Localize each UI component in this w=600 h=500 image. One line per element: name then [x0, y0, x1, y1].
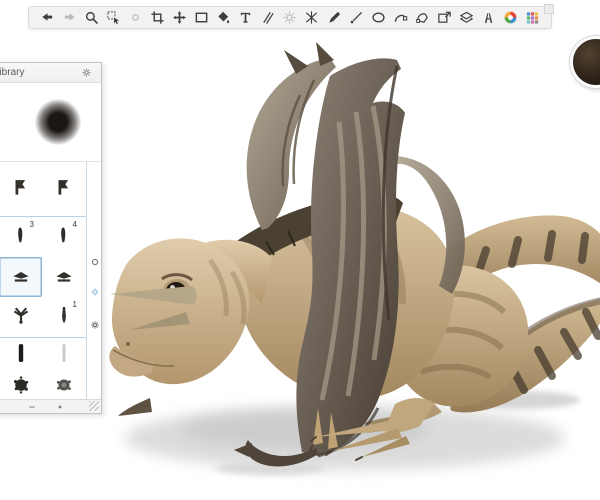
brush-splatter-2[interactable]: [42, 372, 85, 399]
brush-fan[interactable]: [0, 297, 42, 337]
brush-library-button[interactable]: [480, 9, 498, 27]
toolbar: [28, 6, 552, 29]
app-window: Brush Library 3 4 1: [0, 0, 600, 500]
brush-size-label: 1: [73, 300, 77, 309]
footer-dash-icon[interactable]: [27, 402, 37, 412]
line-icon: [349, 10, 364, 25]
curve-icon: [393, 10, 408, 25]
pen-icon: [327, 10, 342, 25]
toolbar-handle[interactable]: [544, 4, 554, 14]
footer-dot-icon[interactable]: [55, 402, 65, 412]
airbrush-3-brush-icon: [10, 224, 32, 251]
panel-resize-handle[interactable]: [89, 401, 99, 411]
brush-size-label: 3: [30, 220, 34, 229]
nudge-button[interactable]: [126, 9, 144, 27]
import-icon: [437, 10, 452, 25]
rail-circle-icon[interactable]: [88, 255, 101, 268]
airbrush-4-brush-icon: [53, 224, 75, 251]
shape-icon: [415, 10, 430, 25]
brush-preview: [0, 83, 101, 162]
ellipse-icon: [371, 10, 386, 25]
rail-diamond-icon[interactable]: [88, 285, 101, 298]
brush-pencil-2[interactable]: [42, 162, 85, 216]
perspective-button[interactable]: [281, 9, 299, 27]
zoom-button[interactable]: [82, 9, 100, 27]
brush-list: 3 4 1: [0, 162, 101, 399]
flat-1-brush-icon: [10, 264, 32, 291]
import-button[interactable]: [435, 9, 453, 27]
brush-bar-light[interactable]: [42, 338, 85, 372]
rail-gear-icon[interactable]: [88, 318, 101, 331]
frame-button[interactable]: [193, 9, 211, 27]
brush-section: [0, 162, 86, 216]
text-icon: [238, 10, 253, 25]
zoom-icon: [84, 10, 99, 25]
brush-pencil-1[interactable]: [0, 162, 42, 216]
perspective-icon: [282, 10, 297, 25]
layers-icon: [459, 10, 474, 25]
color-editor-button[interactable]: [502, 9, 520, 27]
guides-button[interactable]: [259, 9, 277, 27]
frame-icon: [194, 10, 209, 25]
brush-library-icon: [481, 10, 496, 25]
undo-icon: [40, 10, 55, 25]
fan-brush-icon: [10, 304, 32, 331]
symmetry-button[interactable]: [303, 9, 321, 27]
select-icon: [106, 10, 121, 25]
detail-brush-icon: [53, 304, 75, 331]
layers-button[interactable]: [457, 9, 475, 27]
brush-bar-dark[interactable]: [0, 338, 42, 372]
brush-flat-2[interactable]: [42, 257, 85, 297]
select-button[interactable]: [104, 9, 122, 27]
brush-section: 3 4 1: [0, 216, 86, 338]
nudge-icon: [128, 10, 143, 25]
fill-icon: [216, 10, 231, 25]
symmetry-icon: [304, 10, 319, 25]
brush-airbrush-3[interactable]: 3: [0, 217, 42, 257]
fill-button[interactable]: [215, 9, 233, 27]
redo-button[interactable]: [60, 9, 78, 27]
panel-gear-icon[interactable]: [80, 66, 93, 84]
bar-light-brush-icon: [53, 342, 75, 369]
ellipse-button[interactable]: [369, 9, 387, 27]
brush-section: [0, 338, 86, 399]
brush-stroke-preview: [35, 99, 81, 145]
splatter-1-brush-icon: [10, 374, 32, 400]
brush-splatter-1[interactable]: [0, 372, 42, 399]
pencil-1-brush-icon: [10, 176, 32, 203]
brush-detail[interactable]: 1: [42, 297, 85, 337]
panel-title: Brush Library: [0, 67, 24, 78]
crop-button[interactable]: [148, 9, 166, 27]
copic-library-icon: [525, 10, 540, 25]
splatter-2-brush-icon: [53, 374, 75, 400]
panel-header: Brush Library: [0, 63, 101, 83]
pen-button[interactable]: [325, 9, 343, 27]
redo-icon: [62, 10, 77, 25]
pencil-2-brush-icon: [53, 176, 75, 203]
panel-footer: [0, 399, 101, 413]
copic-library-button[interactable]: [524, 9, 542, 27]
brush-library-panel: Brush Library 3 4 1: [0, 62, 102, 414]
flat-2-brush-icon: [53, 264, 75, 291]
bar-dark-brush-icon: [10, 342, 32, 369]
line-button[interactable]: [347, 9, 365, 27]
color-editor-icon: [503, 10, 518, 25]
curve-button[interactable]: [391, 9, 409, 27]
shape-button[interactable]: [413, 9, 431, 27]
brush-size-label: 4: [73, 220, 77, 229]
transform-button[interactable]: [170, 9, 188, 27]
undo-button[interactable]: [38, 9, 56, 27]
brush-flat-1[interactable]: [0, 257, 42, 297]
text-button[interactable]: [237, 9, 255, 27]
transform-icon: [172, 10, 187, 25]
brush-airbrush-4[interactable]: 4: [42, 217, 85, 257]
crop-icon: [150, 10, 165, 25]
guides-icon: [260, 10, 275, 25]
